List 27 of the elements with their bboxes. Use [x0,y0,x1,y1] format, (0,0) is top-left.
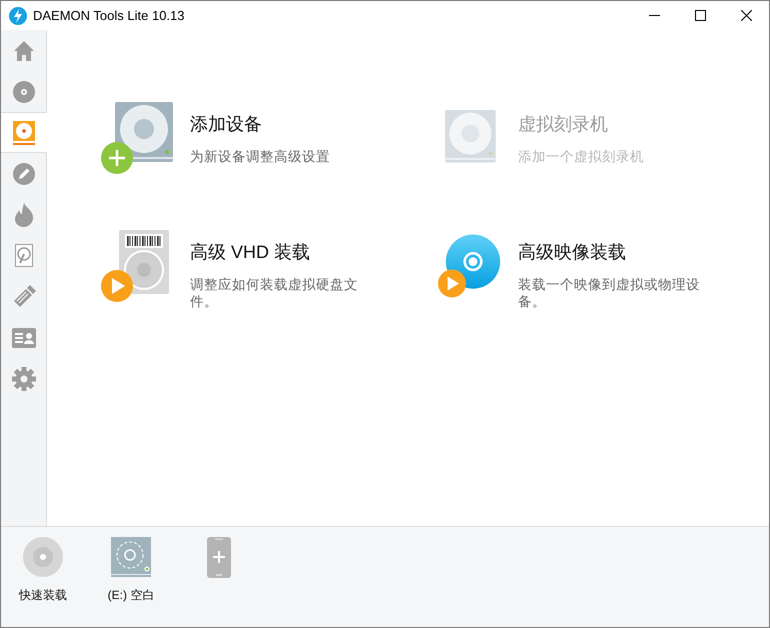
lightning-logo-icon [9,6,27,24]
action-description: 添加一个虚拟刻录机 [518,148,645,165]
contact-card-icon [12,328,36,348]
disk-drive-add-icon [101,102,173,174]
action-description: 调整应如何装载虚拟硬盘文件。 [190,276,359,310]
device-label: (E:) 空白 [108,587,154,604]
action-description: 装载一个映像到虚拟或物理设备。 [518,276,701,310]
disc-icon [12,80,34,102]
disc-icon [23,537,63,577]
flame-icon [14,202,34,226]
home-icon [12,40,34,62]
device-label: 快速装载 [19,587,67,604]
hard-drive-icon [14,244,32,267]
window-title: DAEMON Tools Lite 10.13 [33,8,186,23]
action-title[interactable]: 添加设备 [190,112,362,136]
maximize-icon [694,10,706,21]
usb-stick-icon [12,284,36,308]
settings-icon [12,366,36,390]
phone-add-icon [207,537,231,578]
disk-drive-icon [111,537,151,577]
action-title[interactable]: 高级 VHD 装载 [190,240,362,264]
sidebar-tab[interactable] [1,112,47,153]
close-icon [740,10,752,21]
action-title[interactable]: 高级映像装载 [518,240,718,264]
disc-image-icon [13,120,35,144]
action-description: 为新设备调整高级设置 [190,148,331,165]
pencil-icon [12,162,34,184]
